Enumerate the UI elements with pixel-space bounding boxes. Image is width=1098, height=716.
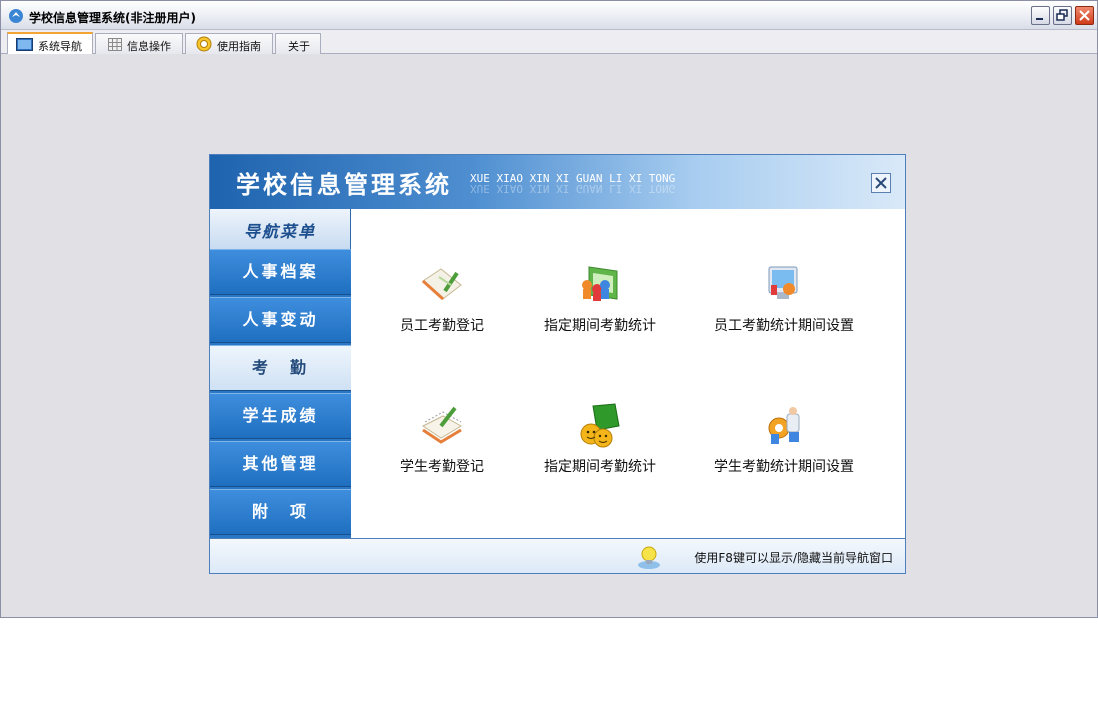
restore-icon: [1056, 9, 1068, 21]
navigation-panel: 学校信息管理系统 XUE XIAO XIN XI GUAN LI XI TONG…: [209, 154, 906, 574]
nav-panel-header: 学校信息管理系统 XUE XIAO XIN XI GUAN LI XI TONG…: [210, 155, 905, 209]
tab-system-navigation[interactable]: 系统导航: [7, 32, 93, 54]
chart-people-icon: [582, 266, 618, 301]
staff-attendance-period-settings[interactable]: 员工考勤统计期间设置: [699, 259, 869, 349]
nav-menu-header: 导航菜单: [210, 209, 351, 249]
close-icon: [1079, 10, 1090, 21]
monitor-icon: [16, 38, 33, 51]
student-attendance-period-settings[interactable]: 学生考勤统计期间设置: [699, 400, 869, 490]
smiley-faces-icon: [580, 403, 620, 448]
lightbulb-icon: [638, 546, 660, 569]
menu-item-personnel-records[interactable]: 人事档案: [210, 249, 351, 295]
minimize-button[interactable]: [1031, 6, 1050, 25]
notepad-pencil-icon: [422, 406, 462, 444]
tab-label: 信息操作: [127, 40, 171, 53]
close-icon: [875, 177, 887, 189]
tab-label: 关于: [288, 40, 310, 53]
staff-attendance-register[interactable]: 员工考勤登记: [357, 259, 527, 349]
menu-item-extras[interactable]: 附 项: [210, 489, 351, 535]
tab-user-guide[interactable]: 使用指南: [185, 33, 273, 54]
nav-panel-close-button[interactable]: [871, 173, 891, 193]
function-label: 学生考勤统计期间设置: [714, 459, 854, 475]
footer-tip: 使用F8键可以显示/隐藏当前导航窗口: [694, 551, 893, 565]
tab-info-operations[interactable]: 信息操作: [95, 33, 183, 54]
close-window-button[interactable]: [1075, 6, 1094, 25]
menu-item-student-grades[interactable]: 学生成绩: [210, 393, 351, 439]
menu-item-other-management[interactable]: 其他管理: [210, 441, 351, 487]
nav-panel-subtitle-reflection: XUE XIAO XIN XI GUAN LI XI TONG: [470, 182, 676, 195]
tab-label: 使用指南: [217, 40, 261, 53]
nav-menu-header-label: 导航菜单: [243, 222, 316, 241]
tab-bar: 系统导航 信息操作 使用指南 关于: [1, 30, 1097, 54]
minimize-icon: [1036, 18, 1043, 20]
function-area: 员工考勤登记 指定期间考勤统计 员工考勤统计期间设置 学生考勤登记 指定期间考勤…: [351, 209, 905, 538]
restore-button[interactable]: [1053, 6, 1072, 25]
menu-item-personnel-changes[interactable]: 人事变动: [210, 297, 351, 343]
menu-item-attendance[interactable]: 考 勤: [210, 345, 351, 391]
period-attendance-stats-student[interactable]: 指定期间考勤统计: [515, 400, 685, 490]
nav-menu-sidebar: 导航菜单 人事档案 人事变动 考 勤 学生成绩 其他管理 附 项: [210, 209, 351, 538]
function-label: 员工考勤登记: [400, 318, 484, 334]
grid-icon: [108, 38, 122, 51]
tab-about[interactable]: 关于: [275, 33, 321, 54]
lifebuoy-icon: [196, 36, 212, 52]
window-title: 学校信息管理系统(非注册用户): [29, 11, 196, 25]
function-label: 指定期间考勤统计: [544, 318, 656, 334]
nav-panel-title: 学校信息管理系统: [236, 171, 452, 199]
settings-computer-icon: [768, 266, 798, 299]
title-bar[interactable]: 学校信息管理系统(非注册用户): [1, 1, 1097, 30]
main-window: 学校信息管理系统(非注册用户) 系统导航 信息操作 使用指南 关于 学校信息管理…: [0, 0, 1098, 618]
notebook-pen-icon: [421, 268, 462, 301]
tab-label: 系统导航: [38, 40, 82, 53]
nav-panel-footer: 使用F8键可以显示/隐藏当前导航窗口: [210, 538, 905, 573]
function-label: 学生考勤登记: [400, 459, 484, 475]
app-logo-icon: [9, 9, 23, 23]
student-attendance-register[interactable]: 学生考勤登记: [357, 400, 527, 490]
function-label: 指定期间考勤统计: [544, 459, 656, 475]
period-attendance-stats-staff[interactable]: 指定期间考勤统计: [515, 259, 685, 349]
function-label: 员工考勤统计期间设置: [714, 318, 854, 334]
gear-people-icon: [768, 407, 800, 444]
